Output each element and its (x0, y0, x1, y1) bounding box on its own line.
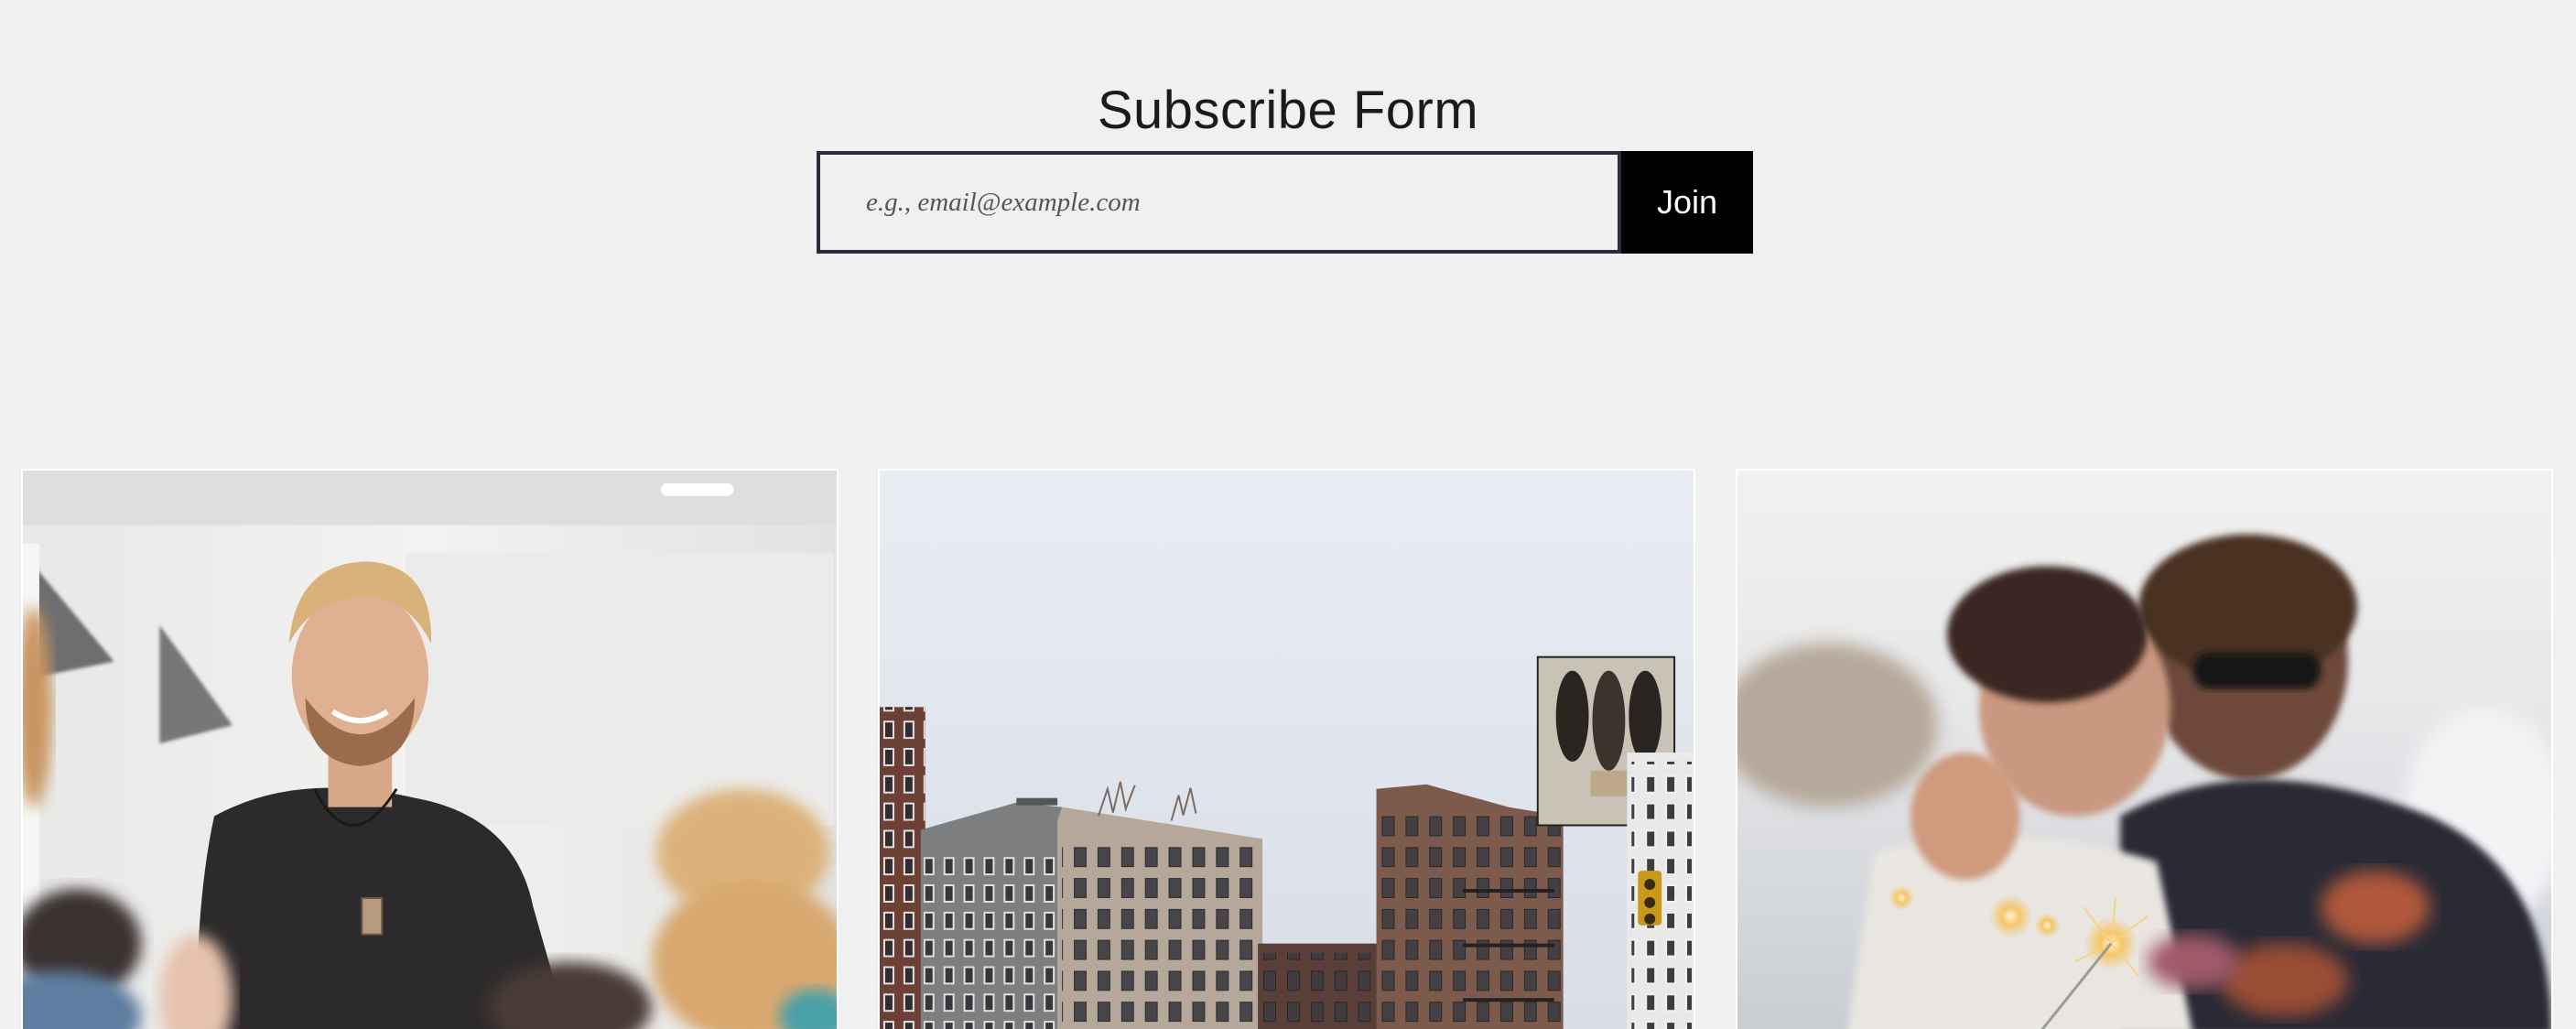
subscribe-form: Join (817, 151, 1753, 254)
gallery-image-couple[interactable] (1736, 469, 2553, 1029)
city-buildings-photo (880, 471, 1694, 1029)
email-input[interactable] (817, 151, 1621, 254)
presenter-photo (23, 471, 837, 1029)
join-button[interactable]: Join (1621, 151, 1753, 254)
couple-sparklers-photo (1737, 471, 2551, 1029)
gallery-image-presenter[interactable] (21, 469, 839, 1029)
gallery-image-city[interactable] (878, 469, 1695, 1029)
subscribe-form-title: Subscribe Form (1097, 80, 1479, 140)
